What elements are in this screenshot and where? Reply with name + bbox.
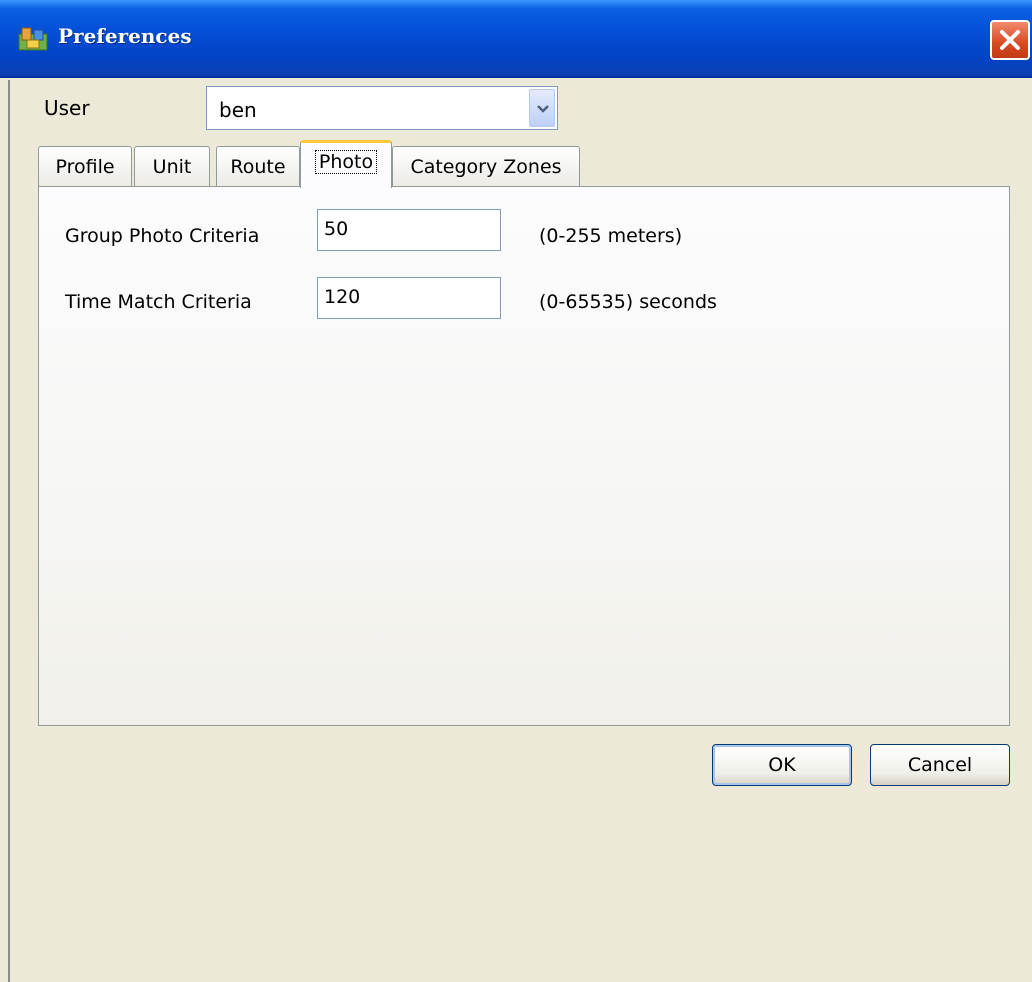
tab-label: Profile [55, 156, 115, 178]
photo-tab-panel: Group Photo Criteria 50 (0-255 meters) T… [38, 186, 1010, 726]
tab-route[interactable]: Route [216, 146, 300, 186]
tab-profile[interactable]: Profile [38, 146, 132, 186]
cancel-button[interactable]: Cancel [870, 744, 1010, 786]
app-map-icon [18, 26, 48, 52]
user-select[interactable]: ben [206, 86, 558, 130]
group-photo-criteria-input[interactable]: 50 [317, 209, 501, 251]
tab-bar: Profile Unit Route Photo Category Zones [38, 140, 1018, 190]
user-select-value: ben [219, 98, 257, 122]
tab-label: Unit [152, 156, 192, 178]
close-icon [1000, 30, 1020, 50]
user-select-dropdown-button[interactable] [529, 89, 555, 127]
tab-label: Category Zones [410, 156, 562, 178]
chevron-down-icon [537, 105, 549, 113]
tab-photo[interactable]: Photo [300, 140, 392, 188]
group-photo-criteria-unit: (0-255 meters) [539, 225, 683, 247]
close-button[interactable] [990, 20, 1030, 60]
time-match-criteria-input[interactable]: 120 [317, 277, 501, 319]
window-title: Preferences [58, 24, 192, 48]
tab-category-zones[interactable]: Category Zones [392, 146, 580, 186]
ok-button[interactable]: OK [712, 744, 852, 786]
time-match-criteria-label: Time Match Criteria [65, 291, 252, 313]
group-photo-criteria-label: Group Photo Criteria [65, 225, 260, 247]
tab-label: Photo [314, 150, 378, 174]
time-match-criteria-unit: (0-65535) seconds [539, 291, 717, 313]
title-bar[interactable]: Preferences [0, 0, 1032, 78]
tab-unit[interactable]: Unit [134, 146, 210, 186]
user-label: User [44, 96, 90, 120]
tab-label: Route [230, 156, 286, 178]
